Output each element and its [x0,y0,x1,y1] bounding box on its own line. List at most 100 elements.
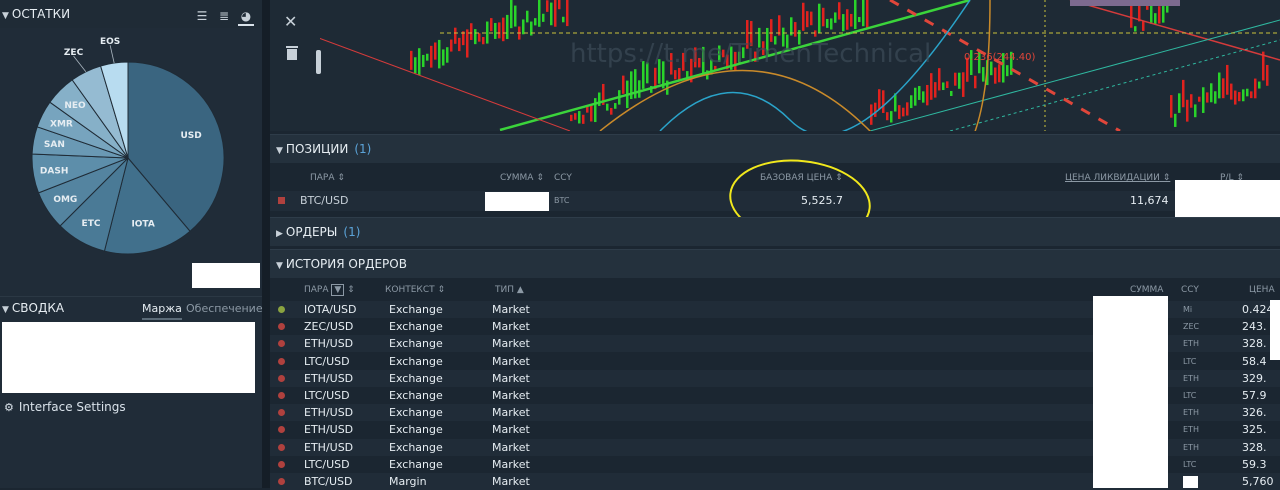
chevron-right-icon: ▶ [276,229,283,239]
candle [638,80,641,98]
chevron-down-icon: ▼ [2,305,9,315]
candle [910,95,913,109]
candle [858,16,861,23]
history-context: Exchange [389,423,443,437]
history-pair: IOTA/USD [304,303,357,316]
history-type: Market [492,389,530,402]
candle [1134,26,1137,32]
history-context: Margin [389,475,427,488]
col-type-label: ТИП [495,285,514,295]
balances-header[interactable]: ▼ ОСТАТКИ ☰ ≣ ◕ [0,0,262,28]
orders-header[interactable]: ▶ ОРДЕРЫ (1) [270,217,1280,246]
candle [486,21,489,44]
history-price: 58.4 [1242,354,1267,368]
candle [1226,64,1229,95]
candle [906,102,909,116]
candle [914,87,917,106]
history-type: Market [492,371,530,385]
history-type: Market [492,440,530,454]
pie-chart-icon[interactable]: ◕ [238,8,254,26]
candle [554,0,557,27]
tab-collateral[interactable]: Обеспечение [186,302,263,315]
history-header[interactable]: ▼ ИСТОРИЯ ОРДЕРОВ [270,249,1280,278]
tab-margin[interactable]: Маржа [142,302,182,320]
history-pair: ETH/USD [304,406,354,420]
candle [538,0,541,27]
summary-header[interactable]: ▼ СВОДКА Маржа Обеспечение [0,296,263,321]
summary-title: СВОДКА [11,301,65,315]
history-title: ИСТОРИЯ ОРДЕРОВ [285,257,407,271]
col-ccy: CCY [554,173,572,183]
candle [926,84,929,106]
candle [866,0,869,28]
col-price[interactable]: ЦЕНА [1249,285,1275,295]
col-context[interactable]: КОНТЕКСТ ⇕ [385,285,445,295]
candle [442,49,445,66]
candle [806,11,809,28]
candle [814,30,817,37]
positions-header[interactable]: ▼ ПОЗИЦИИ (1) [270,134,1280,163]
panel-divider[interactable] [262,0,270,488]
col-amount-label: СУММА [500,173,534,183]
positions-title: ПОЗИЦИИ [285,142,349,156]
tools-icon[interactable]: ✕ [284,12,297,31]
interface-settings-link[interactable]: ⚙ Interface Settings [4,400,126,414]
filter-icon[interactable]: ▼ [331,284,345,296]
candle [438,39,441,69]
col-pair[interactable]: ПАРА ▼ ⇕ [304,284,355,296]
history-pair: ETH/USD [304,337,354,351]
history-pair: BTC/USD [304,475,353,488]
history-type: Market [492,406,530,420]
candle [902,107,905,117]
col-amount[interactable]: СУММА ⇕ [500,173,544,183]
chart-toolbar: ✕ [270,0,321,131]
candle [542,13,545,22]
history-price: 59.3 [1242,457,1267,471]
candle [430,45,433,68]
candle [822,7,825,27]
close-position-icon[interactable] [278,197,285,204]
candle [802,2,805,31]
history-context: Exchange [389,303,443,316]
redacted-history-amounts [1093,296,1168,488]
candle [1230,83,1233,100]
candle [418,48,421,76]
pie-label: SAN [44,140,65,150]
history-pair: LTC/USD [304,354,350,368]
toolbar-collapse-handle[interactable] [316,50,321,74]
candle [878,89,881,110]
candle [478,33,481,42]
candle [1150,4,1153,24]
history-ccy: ZEC [1183,322,1200,332]
fib-label: 0.236(244.40) [964,52,1036,63]
list-icon[interactable]: ☰ [194,8,210,24]
candle [498,22,501,39]
candle [982,67,985,82]
candle [998,64,1001,83]
candle [482,37,485,45]
candle [946,81,949,88]
candle [890,111,893,123]
candle [950,90,953,96]
pie-label: XMR [50,120,73,130]
price-chart[interactable]: https://t.me/TimenTechnical 0.236(244.40… [270,0,1280,131]
candle [1214,91,1217,104]
candle [446,47,449,63]
history-context: Exchange [389,320,443,334]
chevron-down-icon: ▼ [276,146,283,156]
candle [1242,89,1245,102]
history-pair: LTC/USD [304,457,350,471]
col-liq-price[interactable]: ЦЕНА ЛИКВИДАЦИИ ⇕ [1065,173,1170,183]
col-type[interactable]: ТИП ▲ [495,285,524,295]
candle [1206,92,1209,103]
candle [1266,64,1269,86]
candle [942,82,945,91]
status-dot-icon [278,357,285,365]
col-pair[interactable]: ПАРА ⇕ [310,173,345,183]
candle [426,53,429,61]
col-amount[interactable]: СУММА [1130,285,1163,295]
history-pair: ZEC/USD [304,320,354,334]
col-liq-price-label: ЦЕНА ЛИКВИДАЦИИ [1065,173,1160,183]
list-detail-icon[interactable]: ≣ [216,8,232,24]
trash-icon[interactable] [286,46,298,60]
